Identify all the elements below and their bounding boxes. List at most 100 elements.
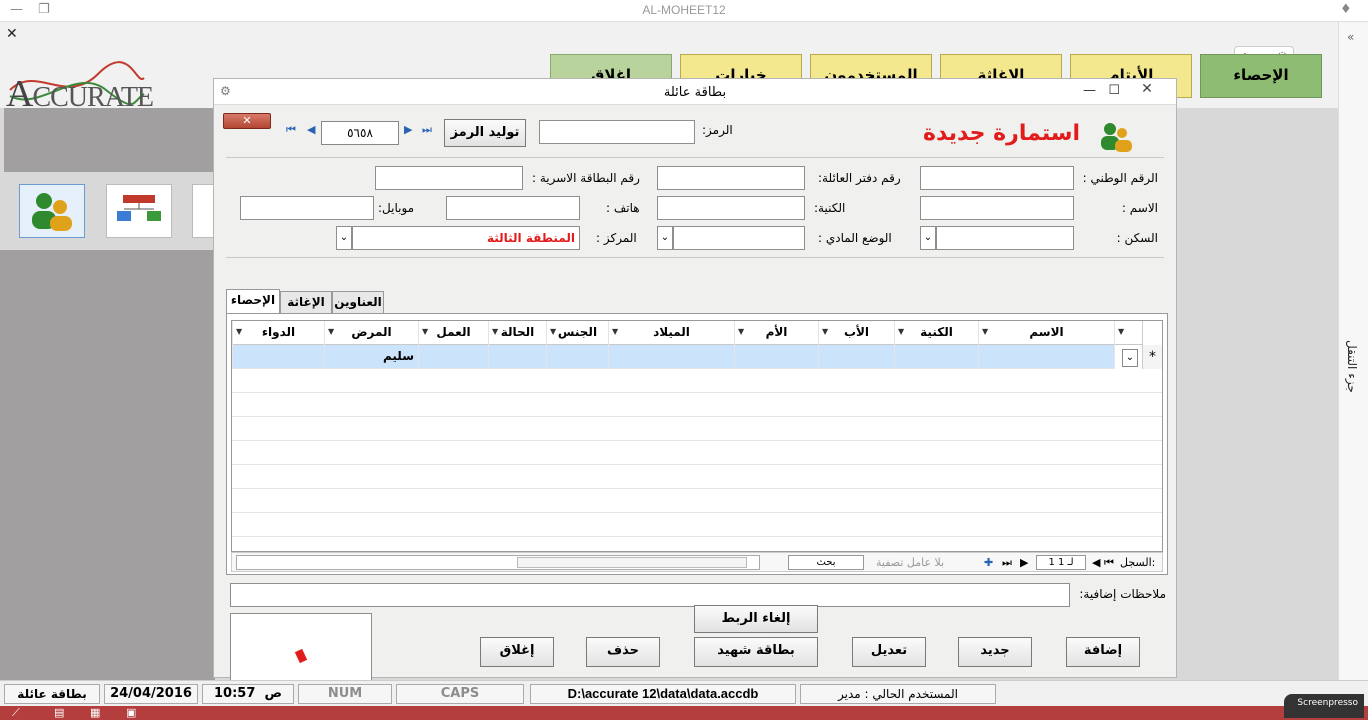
col-father[interactable]: ▼ الأب — [818, 321, 894, 345]
status-date: 24/04/2016 — [104, 684, 198, 704]
form-icon[interactable]: ▣ — [126, 706, 136, 720]
next-record-icon[interactable]: ▶ — [1020, 556, 1028, 569]
col-mother[interactable]: ▼ الأم — [734, 321, 818, 345]
martyr-card-button[interactable]: بطاقة شهيد — [694, 637, 818, 667]
delete-button[interactable]: حذف — [586, 637, 660, 667]
status-current-user: المستخدم الحالي : مدير — [800, 684, 996, 704]
app-icon: ♦ — [1340, 2, 1352, 17]
financial-status-input[interactable] — [673, 226, 805, 250]
table-row — [232, 393, 1162, 417]
col-gender[interactable]: ▼ الجنس — [546, 321, 608, 345]
col-medicine[interactable]: ▼ الدواء — [232, 321, 324, 345]
financial-status-dropdown-icon[interactable]: ⌄ — [657, 226, 673, 250]
nickname-input[interactable] — [657, 196, 805, 220]
chevron-icon[interactable]: « — [1347, 30, 1354, 44]
form-title: استمارة جديدة — [923, 121, 1080, 146]
close-button[interactable]: إغلاق — [480, 637, 554, 667]
code-input[interactable] — [539, 120, 695, 144]
new-record-marker: * — [1142, 345, 1162, 369]
statistics-panel: ▼ ▼ الاسم ▼ الكنية ▼ الأب ▼ الأم ▼ الميلاد ▼ ا… — [226, 313, 1168, 575]
gray-strip — [4, 108, 219, 172]
report-icon[interactable] — [192, 184, 214, 238]
national-id-input[interactable] — [920, 166, 1074, 190]
horizontal-scrollbar[interactable] — [236, 555, 760, 570]
doc-icon[interactable]: ▤ — [54, 706, 64, 720]
window-title: AL-MOHEET12 — [642, 3, 726, 17]
table-row — [232, 465, 1162, 489]
table-row — [232, 369, 1162, 393]
illness-cell[interactable]: سليم — [324, 345, 418, 369]
divider — [226, 257, 1164, 258]
add-button[interactable]: إضافة — [1066, 637, 1140, 667]
people-icon[interactable] — [19, 184, 85, 238]
record-navigator: بحث بلا عامل تصفية ✚ ⏭ ▶ 1 لـ 1 ◀ ⏮ السج… — [231, 552, 1163, 572]
org-chart-icon[interactable] — [106, 184, 172, 238]
table-row — [232, 417, 1162, 441]
divider — [226, 157, 1164, 158]
last-record-icon[interactable]: ⏭ — [1002, 556, 1012, 570]
members-grid: ▼ ▼ الاسم ▼ الكنية ▼ الأب ▼ الأم ▼ الميلاد ▼ ا… — [231, 320, 1163, 552]
people-icon — [1094, 119, 1138, 158]
col-name[interactable]: ▼ الاسم — [978, 321, 1114, 345]
col-illness[interactable]: ▼ المرض — [324, 321, 418, 345]
minimize-icon[interactable]: — — [1083, 83, 1096, 98]
icon-bar — [0, 172, 215, 250]
table-row[interactable]: * ⌄ سليم — [232, 345, 1162, 369]
prev-record-icon[interactable]: ◀ — [1092, 556, 1100, 569]
new-record-icon[interactable]: ✚ — [984, 556, 993, 569]
table-row — [232, 513, 1162, 537]
family-card-dialog: ⚙ بطاقة عائلة — ☐ ✕ ✕ ⏮ ◀ ٥٦٥٨ ▶ ⏭ توليد… — [213, 78, 1177, 695]
col-work[interactable]: ▼ العمل — [418, 321, 488, 345]
taskbar: ⟋ ▤ ▦ ▣ — [0, 706, 1368, 720]
name-input[interactable] — [920, 196, 1074, 220]
prev-record-icon[interactable]: ◀ — [307, 123, 315, 136]
status-caps: CAPS — [396, 684, 524, 704]
first-record-icon[interactable]: ⏮ — [1104, 556, 1114, 570]
last-record-icon[interactable]: ⏭ — [422, 123, 432, 137]
new-button[interactable]: جديد — [958, 637, 1032, 667]
status-db-path: D:\accurate 12\data\data.accdb — [530, 684, 796, 704]
housing-input[interactable] — [936, 226, 1074, 250]
window-title-bar: — ❐ AL-MOHEET12 ♦ — [0, 0, 1368, 22]
tab-relief[interactable]: الإغاثة — [280, 291, 332, 313]
nav-statistics-button[interactable]: الإحصاء — [1200, 54, 1322, 98]
next-record-icon[interactable]: ▶ — [404, 123, 412, 136]
search-input[interactable]: بحث — [788, 555, 864, 570]
tab-statistics[interactable]: الإحصاء — [226, 289, 280, 313]
left-pane — [0, 250, 215, 680]
edit-button[interactable]: تعديل — [852, 637, 926, 667]
col-birth[interactable]: ▼ الميلاد — [608, 321, 734, 345]
chevron-down-icon: ⌄ — [1122, 349, 1138, 367]
col-status[interactable]: ▼ الحالة — [488, 321, 546, 345]
table-row — [232, 441, 1162, 465]
chart-icon[interactable]: ⟋ — [12, 706, 20, 720]
filter-status[interactable]: بلا عامل تصفية — [876, 556, 944, 569]
status-num: NUM — [298, 684, 392, 704]
maximize-icon[interactable]: ☐ — [1108, 83, 1120, 98]
record-position[interactable]: 1 لـ 1 — [1036, 555, 1086, 570]
navigation-pane-strip[interactable]: « جزء التنقل — [1338, 22, 1368, 680]
unlink-button[interactable]: إلغاء الربط — [694, 605, 818, 633]
dialog-title-bar: ⚙ بطاقة عائلة — ☐ ✕ — [214, 79, 1176, 105]
family-book-input[interactable] — [657, 166, 805, 190]
generate-code-button[interactable]: توليد الرمز — [444, 119, 526, 147]
close-icon[interactable]: ✕ — [1126, 81, 1168, 99]
notes-input[interactable] — [230, 583, 1070, 607]
center-select[interactable]: المنطقة الثالثة — [352, 226, 580, 250]
close-icon[interactable]: ✕ — [6, 26, 18, 42]
housing-dropdown-icon[interactable]: ⌄ — [920, 226, 936, 250]
grid-header: ▼ ▼ الاسم ▼ الكنية ▼ الأب ▼ الأم ▼ الميلاد ▼ ا… — [232, 321, 1162, 345]
close-form-button[interactable]: ✕ — [223, 113, 271, 129]
col-nickname[interactable]: ▼ الكنية — [894, 321, 978, 345]
first-record-icon[interactable]: ⏮ — [286, 123, 296, 137]
family-card-input[interactable] — [375, 166, 523, 190]
record-code: ٥٦٥٨ — [321, 121, 399, 145]
tab-addresses[interactable]: العناوين — [332, 291, 384, 313]
table-icon[interactable]: ▦ — [90, 706, 100, 720]
status-time: ص 10:57 — [202, 684, 294, 704]
phone-input[interactable] — [446, 196, 580, 220]
center-dropdown-icon[interactable]: ⌄ — [336, 226, 352, 250]
watermark: Screenpresso — [1284, 694, 1364, 718]
status-form-name: بطاقة عائلة — [4, 684, 100, 704]
mobile-input[interactable] — [240, 196, 374, 220]
